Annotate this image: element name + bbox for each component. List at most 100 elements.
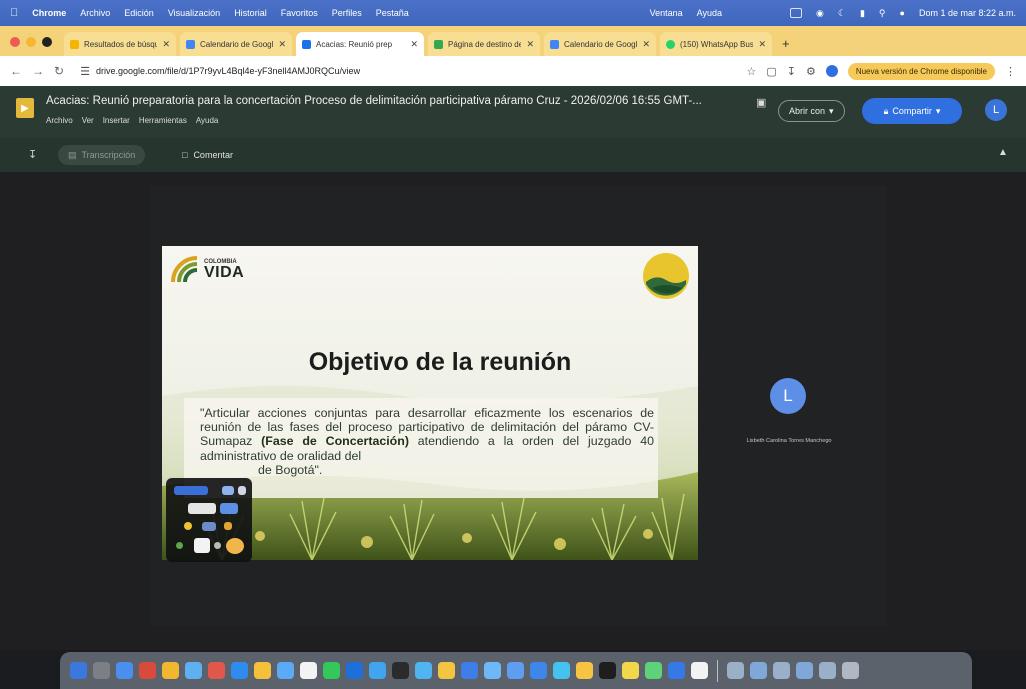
close-tab-icon[interactable]: ✕ <box>278 39 286 50</box>
menubar-clock[interactable]: Dom 1 de mar 8:22 a.m. <box>919 8 1016 18</box>
omnibox[interactable]: ☰ drive.google.com/file/d/1P7r9yvL4Bql4e… <box>74 61 737 81</box>
menu-historial[interactable]: Historial <box>234 8 267 18</box>
menu-pestana[interactable]: Pestaña <box>376 8 409 18</box>
participant-tile[interactable] <box>174 486 208 495</box>
share-button[interactable]: 🔒︎ Compartir ▾ <box>862 98 962 124</box>
dock-app-icon[interactable] <box>727 662 744 679</box>
menu-perfiles[interactable]: Perfiles <box>332 8 362 18</box>
participant-tile[interactable] <box>226 538 244 554</box>
dock-app-icon[interactable] <box>116 662 133 679</box>
viewer-menu-insertar[interactable]: Insertar <box>103 116 130 125</box>
participant-tile[interactable] <box>214 542 221 549</box>
close-tab-icon[interactable]: ✕ <box>526 39 534 50</box>
participant-tile[interactable] <box>224 522 232 530</box>
tab-resultados-busqueda[interactable]: Resultados de búsqueda ✕ <box>64 32 176 56</box>
tab-group-icon[interactable] <box>42 37 52 47</box>
participant-tile[interactable] <box>188 503 216 514</box>
dock-app-icon[interactable] <box>323 662 340 679</box>
close-tab-icon[interactable]: ✕ <box>410 39 418 50</box>
extensions-icon[interactable]: ▢ <box>766 65 776 78</box>
dock-app-icon[interactable] <box>773 662 790 679</box>
speaker-filmstrip[interactable] <box>166 478 252 562</box>
chrome-update-button[interactable]: Nueva versión de Chrome disponible <box>847 62 995 80</box>
menu-visualizacion[interactable]: Visualización <box>168 8 220 18</box>
close-tab-icon[interactable]: ✕ <box>642 39 650 50</box>
download-icon[interactable]: ↧ <box>787 65 796 78</box>
account-avatar[interactable]: L <box>985 99 1007 121</box>
dock-app-icon[interactable] <box>415 662 432 679</box>
minimize-window-button[interactable] <box>26 37 36 47</box>
translate-icon[interactable]: ⚙ <box>806 65 816 78</box>
tab-acacias-active[interactable]: Acacias: Reunió prep ✕ <box>296 32 424 56</box>
dock-app-icon[interactable] <box>576 662 593 679</box>
dock-app-icon[interactable] <box>842 662 859 679</box>
close-tab-icon[interactable]: ✕ <box>162 39 170 50</box>
control-center-icon[interactable]: ◉ <box>816 8 824 19</box>
tab-whatsapp-business[interactable]: (150) WhatsApp Business ✕ <box>660 32 772 56</box>
open-with-button[interactable]: Abrir con ▾ <box>778 100 845 122</box>
menu-favoritos[interactable]: Favoritos <box>281 8 318 18</box>
viewer-menu-ayuda[interactable]: Ayuda <box>196 116 219 125</box>
participant-tile[interactable] <box>176 542 183 549</box>
participant-tile[interactable] <box>194 538 210 553</box>
dock-app-icon[interactable] <box>254 662 271 679</box>
tab-calendario-google[interactable]: Calendario de Google ✕ <box>180 32 292 56</box>
dock-app-icon[interactable] <box>277 662 294 679</box>
dock-app-icon[interactable] <box>691 662 708 679</box>
profile-avatar-icon[interactable] <box>825 65 838 77</box>
bookmark-star-icon[interactable]: ☆ <box>746 65 756 78</box>
dock-app-icon[interactable] <box>346 662 363 679</box>
dock-app-icon[interactable] <box>645 662 662 679</box>
download-icon[interactable]: ↧ <box>28 148 37 161</box>
menu-chrome[interactable]: Chrome <box>32 8 66 18</box>
dock-app-icon[interactable] <box>300 662 317 679</box>
dock-app-icon[interactable] <box>796 662 813 679</box>
tab-pagina-destino[interactable]: Página de destino de Dr ✕ <box>428 32 540 56</box>
menu-archivo[interactable]: Archivo <box>80 8 110 18</box>
viewer-menu-archivo[interactable]: Archivo <box>46 116 73 125</box>
captions-icon[interactable]: ▣ <box>756 96 766 109</box>
dock-app-icon[interactable] <box>185 662 202 679</box>
dock-app-icon[interactable] <box>461 662 478 679</box>
screen-share-icon[interactable] <box>790 8 803 18</box>
spotlight-search-icon[interactable]: ⚲ <box>879 8 886 19</box>
dock-app-icon[interactable] <box>139 662 156 679</box>
dock-app-icon[interactable] <box>599 662 616 679</box>
participant-tile[interactable] <box>184 522 192 530</box>
participant-tile[interactable] <box>202 522 216 531</box>
wifi-icon[interactable]: ☾ <box>838 8 846 19</box>
menu-edicion[interactable]: Edición <box>124 8 154 18</box>
dock-app-icon[interactable] <box>93 662 110 679</box>
menu-ayuda[interactable]: Ayuda <box>697 8 722 18</box>
dock-app-icon[interactable] <box>819 662 836 679</box>
siri-icon[interactable]: ● <box>900 8 905 18</box>
menu-ventana[interactable]: Ventana <box>650 8 683 18</box>
dock-app-icon[interactable] <box>484 662 501 679</box>
transcript-button[interactable]: ▤ Transcripción <box>58 145 146 165</box>
reload-icon[interactable]: ↻ <box>54 64 64 78</box>
close-tab-icon[interactable]: ✕ <box>758 39 766 50</box>
dock-app-icon[interactable] <box>507 662 524 679</box>
dock-app-icon[interactable] <box>622 662 639 679</box>
dock-app-icon[interactable] <box>553 662 570 679</box>
dock-app-icon[interactable] <box>530 662 547 679</box>
tab-calendario-google-2[interactable]: Calendario de Google ✕ <box>544 32 656 56</box>
dock-app-icon[interactable] <box>369 662 386 679</box>
kebab-menu-icon[interactable]: ⋮ <box>1005 65 1016 78</box>
dock-app-icon[interactable] <box>208 662 225 679</box>
dock-app-icon[interactable] <box>668 662 685 679</box>
chevron-up-icon[interactable]: ▲ <box>998 147 1008 158</box>
site-info-icon[interactable]: ☰ <box>80 65 90 78</box>
battery-icon[interactable]: ▮ <box>860 8 865 19</box>
viewer-menu-ver[interactable]: Ver <box>82 116 94 125</box>
dock-app-icon[interactable] <box>392 662 409 679</box>
participant-tile[interactable] <box>220 503 238 514</box>
apple-menu-icon[interactable]:  <box>10 7 18 19</box>
close-window-button[interactable] <box>10 37 20 47</box>
dock-app-icon[interactable] <box>438 662 455 679</box>
viewer-menu-herramientas[interactable]: Herramientas <box>139 116 187 125</box>
back-arrow-icon[interactable]: ← <box>10 64 22 78</box>
forward-arrow-icon[interactable]: → <box>32 64 44 78</box>
dock-app-icon[interactable] <box>162 662 179 679</box>
comment-button[interactable]: □ Comentar <box>176 145 239 165</box>
